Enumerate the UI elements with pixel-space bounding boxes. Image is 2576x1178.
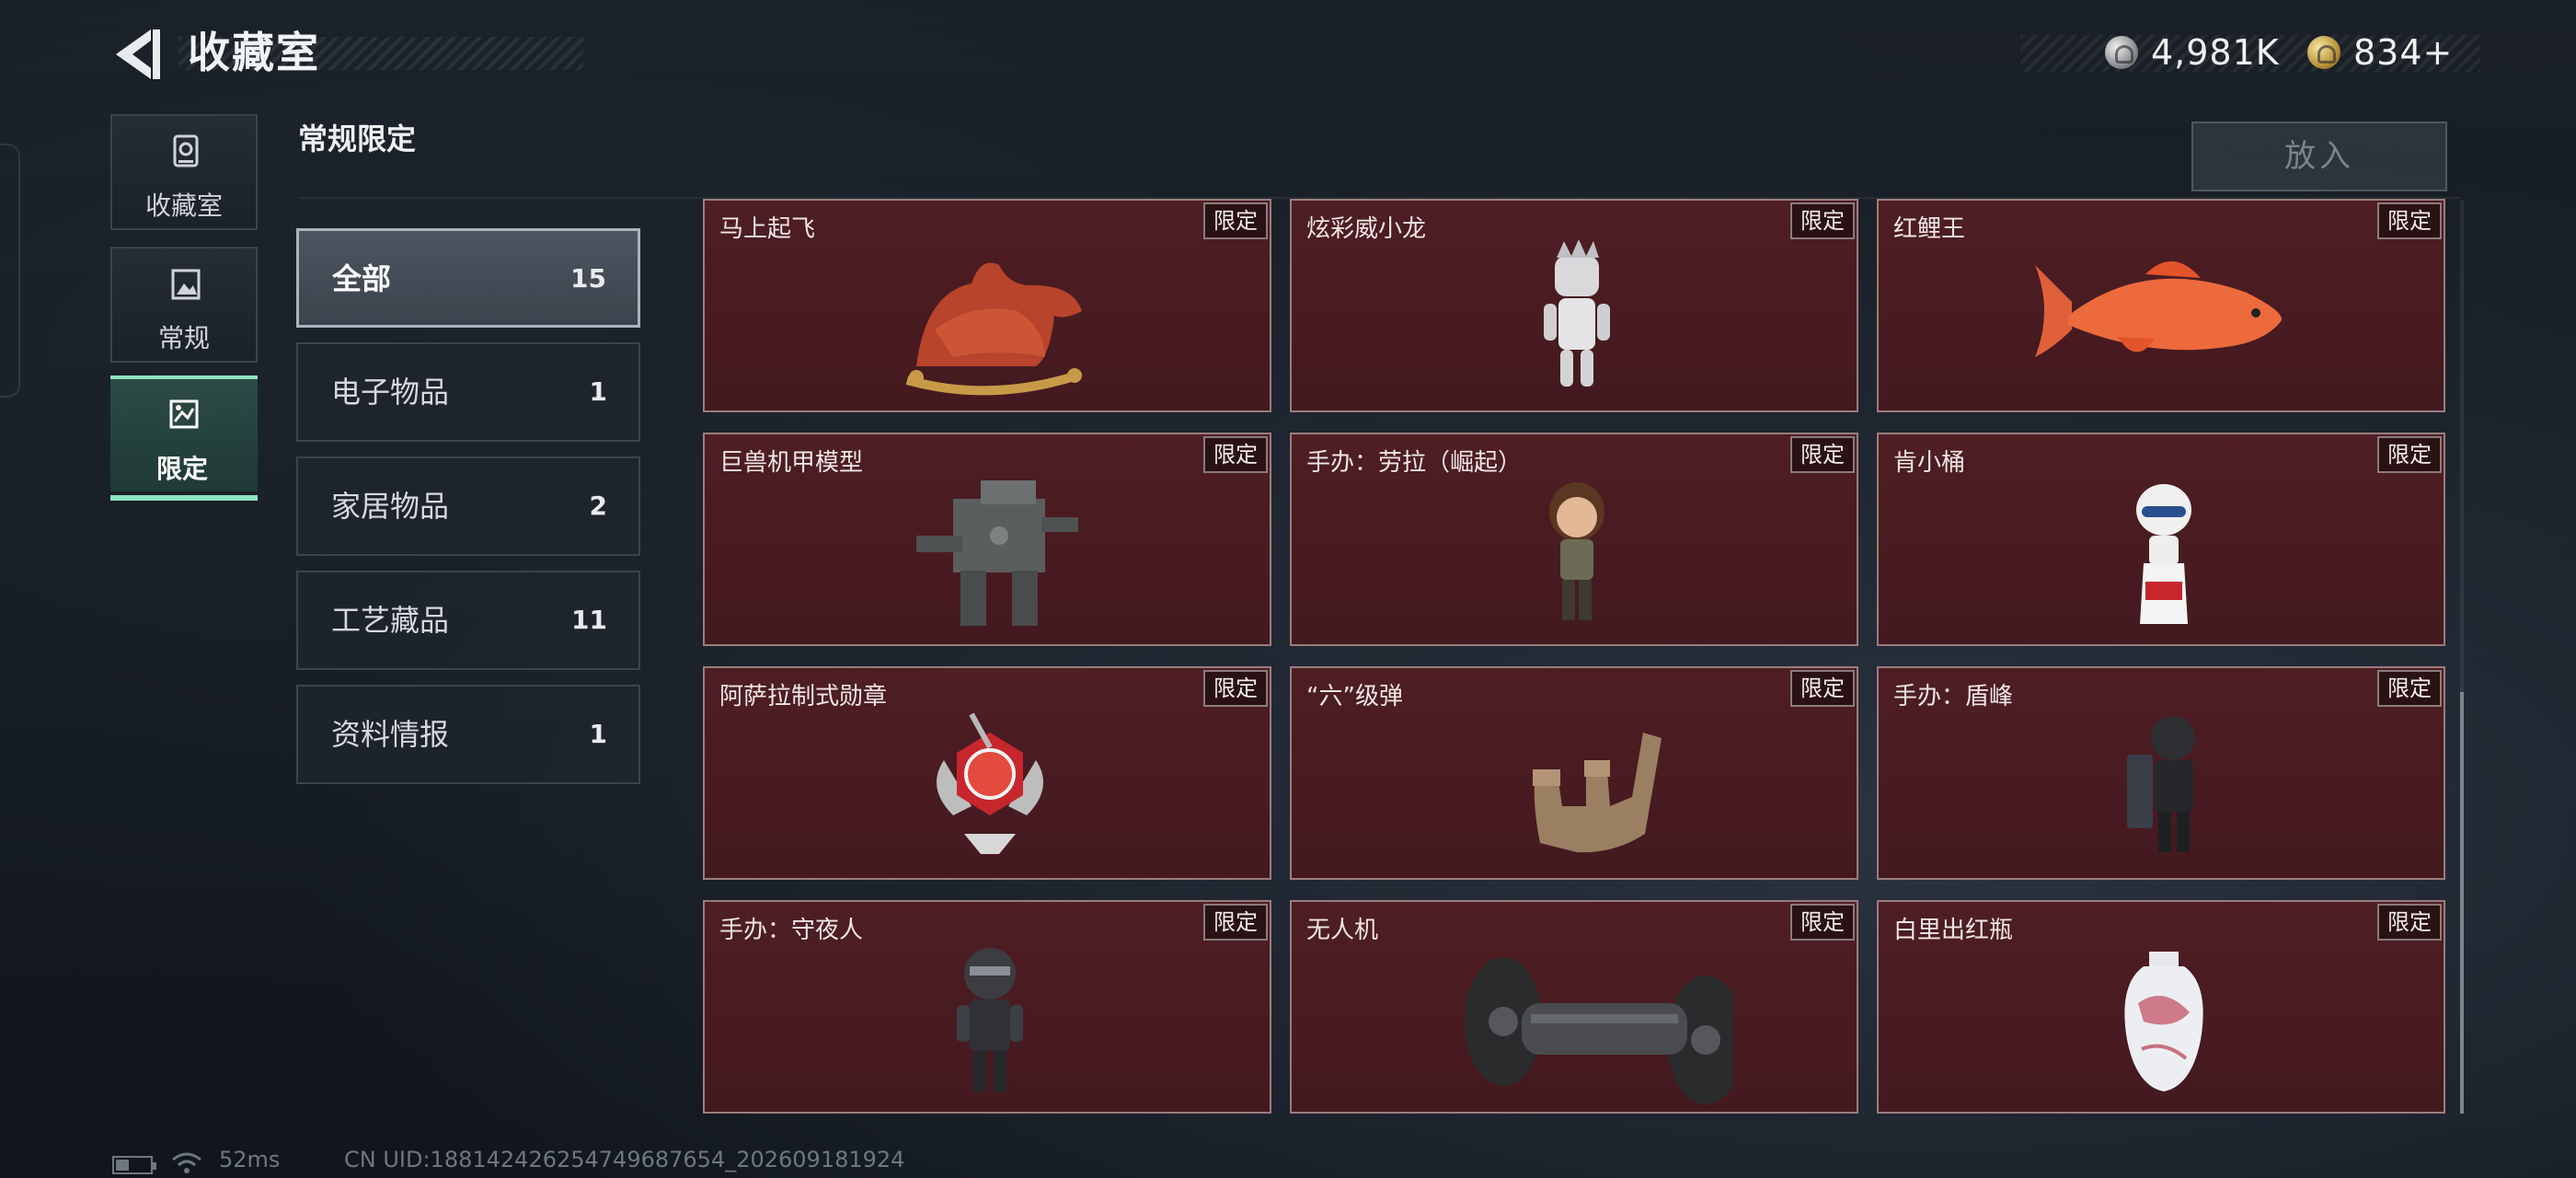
item-card[interactable]: 手办：盾峰 限定 — [1877, 666, 2445, 880]
status-footer: 52ms CN UID:188142426254749687654_202609… — [0, 1138, 2576, 1178]
regular-icon — [171, 269, 201, 300]
gold-coin-icon — [2307, 36, 2340, 69]
item-name: 肯小桶 — [1893, 449, 1966, 477]
limited-badge: 限定 — [1790, 904, 1855, 941]
item-name: 红鲤王 — [1893, 215, 1966, 243]
colonel-figure-icon — [2136, 484, 2191, 624]
wifi-icon — [172, 1152, 201, 1173]
item-name: 白里出红瓶 — [1893, 917, 2014, 944]
limited-badge: 限定 — [2377, 202, 2442, 239]
limited-badge: 限定 — [2377, 436, 2442, 473]
gold-currency-value: 834+ — [2353, 32, 2454, 73]
put-in-button[interactable]: 放入 — [2191, 121, 2447, 191]
lara-figure-icon — [1549, 482, 1604, 620]
ping-value: 52ms — [219, 1147, 281, 1172]
collection-room-icon — [173, 134, 199, 167]
item-card[interactable]: 阿萨拉制式勋章 限定 — [703, 666, 1271, 880]
drone-icon — [1465, 957, 1733, 1104]
limited-badge: 限定 — [1203, 904, 1268, 941]
item-name: 手办：盾峰 — [1893, 683, 2014, 710]
item-card[interactable]: “六”级弹 限定 — [1290, 666, 1858, 880]
page-title: 收藏室 — [188, 28, 320, 77]
silver-currency-value: 4,981K — [2151, 32, 2280, 73]
item-card[interactable]: 肯小桶 限定 — [1877, 433, 2445, 646]
category-label: 全部 — [332, 261, 392, 296]
dragon-figure-icon — [1544, 239, 1610, 387]
item-card[interactable]: 白里出红瓶 限定 — [1877, 900, 2445, 1114]
category-intel[interactable]: 资料情报 1 — [296, 685, 640, 784]
section-title: 常规限定 — [298, 121, 417, 156]
item-name: “六”级弹 — [1306, 683, 1403, 710]
nav-tab-limited[interactable]: 限定 — [110, 375, 258, 501]
item-card[interactable]: 巨兽机甲模型 限定 — [703, 433, 1271, 646]
currency-bar: 4,981K 834+ — [2020, 28, 2480, 77]
silver-currency[interactable]: 4,981K — [2105, 28, 2280, 77]
nav-tab-label: 收藏室 — [144, 191, 223, 221]
limited-badge: 限定 — [1790, 202, 1855, 239]
active-tab-underline — [110, 495, 258, 501]
red-carp-icon — [2035, 260, 2283, 357]
item-card[interactable]: 无人机 限定 — [1290, 900, 1858, 1114]
item-card[interactable]: 红鲤王 限定 — [1877, 199, 2445, 412]
nav-tab-regular[interactable]: 常规 — [110, 247, 258, 363]
item-card[interactable]: 马上起飞 限定 — [703, 199, 1271, 412]
category-count: 11 — [571, 605, 607, 635]
shield-soldier-figure-icon — [2127, 716, 2195, 852]
limited-icon — [169, 399, 199, 429]
back-button[interactable] — [109, 26, 164, 83]
scrollbar-thumb[interactable] — [2460, 692, 2464, 1114]
item-name: 马上起飞 — [719, 215, 816, 243]
item-name: 无人机 — [1306, 917, 1379, 944]
nav-tab-label: 限定 — [155, 454, 208, 484]
item-name: 巨兽机甲模型 — [719, 449, 864, 477]
item-card[interactable]: 炫彩威小龙 限定 — [1290, 199, 1858, 412]
title-area: 收藏室 — [178, 24, 583, 81]
limited-badge: 限定 — [1203, 670, 1268, 707]
limited-badge: 限定 — [1790, 670, 1855, 707]
battery-icon — [112, 1156, 156, 1174]
limited-badge: 限定 — [2377, 670, 2442, 707]
category-electronics[interactable]: 电子物品 1 — [296, 342, 640, 442]
category-household[interactable]: 家居物品 2 — [296, 456, 640, 556]
side-edge-handle — [0, 144, 20, 398]
category-label: 电子物品 — [331, 375, 450, 410]
porcelain-vase-icon — [2124, 952, 2203, 1091]
gold-currency[interactable]: 834+ — [2307, 28, 2453, 77]
back-arrow-icon — [116, 29, 160, 79]
limited-badge: 限定 — [2377, 904, 2442, 941]
header: 收藏室 4,981K 834+ — [0, 0, 2576, 110]
item-card[interactable]: 手办：劳拉（崛起） 限定 — [1290, 433, 1858, 646]
limited-badge: 限定 — [1203, 436, 1268, 473]
category-count: 15 — [570, 263, 606, 294]
nav-tab-collection-room[interactable]: 收藏室 — [110, 114, 258, 230]
limited-badge: 限定 — [1790, 436, 1855, 473]
item-card[interactable]: 手办：守夜人 限定 — [703, 900, 1271, 1114]
medal-icon — [937, 712, 1043, 854]
category-count: 2 — [589, 491, 607, 521]
item-name: 炫彩威小龙 — [1306, 215, 1427, 243]
category-label: 工艺藏品 — [331, 603, 450, 638]
category-crafts[interactable]: 工艺藏品 11 — [296, 571, 640, 670]
limited-badge: 限定 — [1203, 202, 1268, 239]
category-count: 1 — [589, 719, 607, 749]
category-all[interactable]: 全部 15 — [296, 228, 640, 328]
nav-tab-label: 常规 — [157, 323, 210, 353]
item-name: 手办：守夜人 — [719, 917, 864, 944]
category-count: 1 — [589, 376, 607, 407]
user-uid: CN UID:188142426254749687654_20260918192… — [344, 1147, 905, 1172]
night-watch-figure-icon — [957, 948, 1023, 1091]
category-label: 资料情报 — [331, 717, 450, 752]
category-label: 家居物品 — [331, 489, 450, 524]
silver-coin-icon — [2105, 36, 2138, 69]
six-hand-bullets-icon — [1533, 733, 1662, 853]
rocking-horse-icon — [905, 262, 1082, 396]
mech-model-icon — [916, 480, 1078, 626]
